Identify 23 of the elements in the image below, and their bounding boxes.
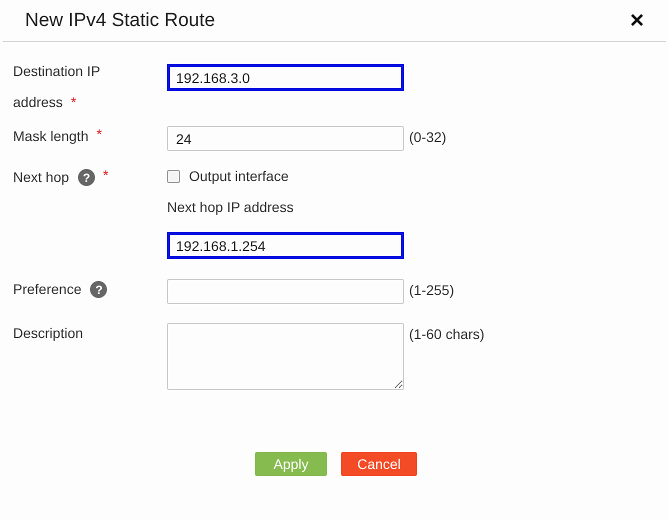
range-hint: (1-255) — [409, 281, 454, 300]
description-field[interactable] — [167, 323, 404, 390]
input-field[interactable]: 192.168.1.254 — [167, 232, 404, 259]
help-icon[interactable]: ? — [90, 281, 108, 298]
field-label: Next hop IP address — [167, 198, 295, 217]
length-hint: (1-60 chars) — [409, 325, 484, 344]
input-field[interactable]: 192.168.3.0 — [167, 64, 404, 91]
required-mark: * — [96, 126, 102, 142]
checkbox[interactable] — [167, 170, 180, 182]
field-label: Destination IP address * — [13, 62, 101, 112]
field-label: Preference — [13, 280, 82, 299]
input-field[interactable]: 24 — [167, 126, 404, 151]
cancel-button[interactable]: Cancel — [341, 452, 417, 476]
dialog-title: New IPv4 Static Route — [25, 10, 216, 32]
close-button[interactable]: × — [630, 8, 644, 32]
field-label: Mask length — [13, 127, 88, 146]
field-label: Description — [13, 324, 84, 343]
help-icon[interactable]: ? — [78, 169, 96, 186]
checkbox-label[interactable]: Output interface — [189, 167, 289, 185]
field-label: Next hop — [13, 168, 70, 187]
required-mark: * — [103, 167, 108, 183]
range-hint: (0-32) — [409, 128, 446, 147]
input-field[interactable] — [167, 279, 404, 304]
